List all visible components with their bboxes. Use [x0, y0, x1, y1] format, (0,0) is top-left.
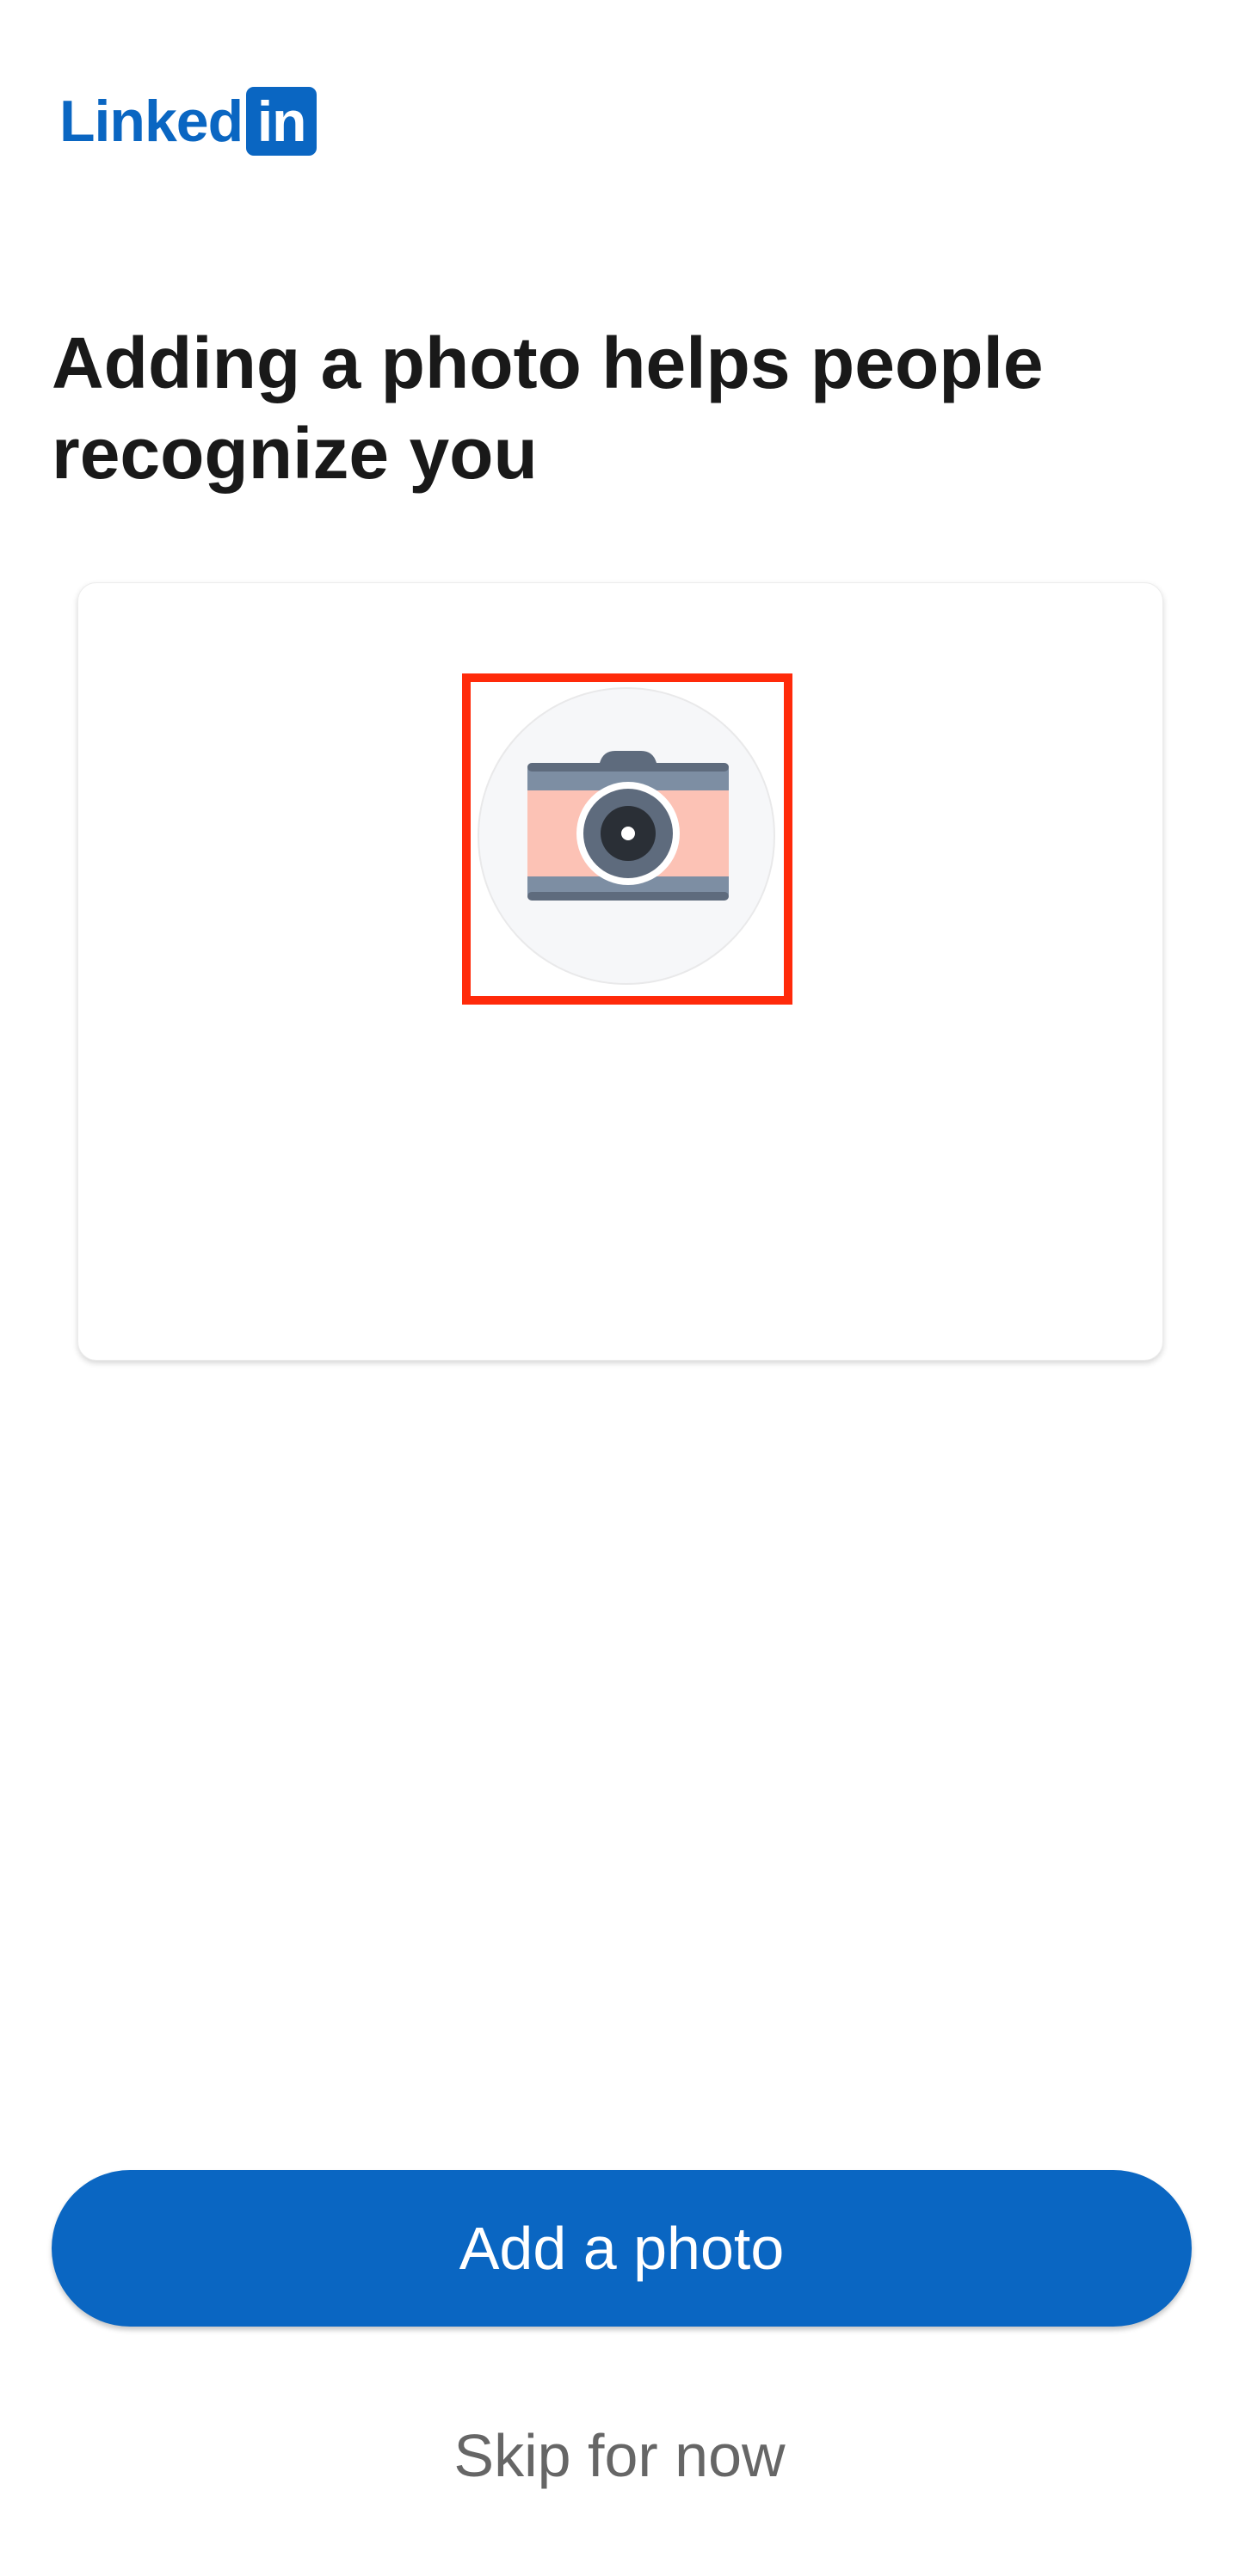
logo-in-box: in: [246, 87, 317, 156]
add-photo-target[interactable]: [462, 673, 792, 1005]
logo-wordmark: Linked: [59, 89, 243, 154]
page-title: Adding a photo helps people recognize yo…: [52, 323, 1044, 494]
photo-placeholder[interactable]: [478, 687, 775, 985]
add-photo-button[interactable]: Add a photo: [52, 2170, 1192, 2327]
camera-icon: [527, 751, 729, 901]
skip-for-now-button[interactable]: Skip for now: [0, 2408, 1239, 2503]
linkedin-logo: Linked in: [59, 86, 317, 157]
